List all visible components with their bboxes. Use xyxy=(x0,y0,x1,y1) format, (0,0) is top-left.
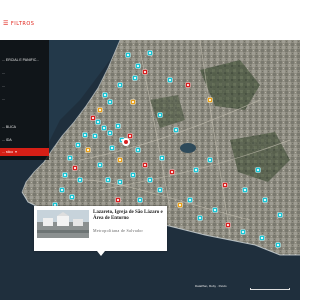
map-marker-cyan[interactable] xyxy=(102,92,108,98)
map-marker-cyan[interactable] xyxy=(135,63,141,69)
map-marker-orange[interactable] xyxy=(117,157,123,163)
location-popup[interactable]: Lazareto, Igreja de São Lázaro e Área de… xyxy=(34,206,167,251)
map-scale-bar xyxy=(250,288,290,290)
map-marker-cyan[interactable] xyxy=(97,162,103,168)
map-marker-red[interactable] xyxy=(185,82,191,88)
map-marker-cyan[interactable] xyxy=(101,125,107,131)
map-marker-cyan[interactable] xyxy=(187,197,193,203)
map-marker-red[interactable] xyxy=(225,222,231,228)
sidebar-item[interactable]: ... xyxy=(0,84,49,88)
map-marker-red[interactable] xyxy=(222,182,228,188)
map-marker-orange[interactable] xyxy=(177,202,183,208)
map-marker-cyan[interactable] xyxy=(69,194,75,200)
map-attribution: DataPlan, Ruby · Pelvis xyxy=(195,284,227,288)
sidebar-item-comercial[interactable]: ... ERCIAL E PANIFIC... xyxy=(0,58,49,62)
map-marker-cyan[interactable] xyxy=(107,99,113,105)
map-marker-cyan[interactable] xyxy=(262,197,268,203)
filters-label: FILTROS xyxy=(10,20,35,27)
map-marker-cyan[interactable] xyxy=(159,155,165,161)
popup-subtitle: Metropolitana de Salvador xyxy=(93,228,144,233)
map-marker-red[interactable] xyxy=(142,69,148,75)
map-marker-cyan[interactable] xyxy=(115,123,121,129)
map-marker-cyan[interactable] xyxy=(167,77,173,83)
map-marker-cyan[interactable] xyxy=(62,172,68,178)
map-marker-cyan[interactable] xyxy=(105,177,111,183)
map-marker-red[interactable] xyxy=(72,165,78,171)
chevron-down-icon: ▾ xyxy=(15,150,17,154)
map-marker-cyan[interactable] xyxy=(147,177,153,183)
location-thumbnail xyxy=(37,210,89,238)
map-marker-cyan[interactable] xyxy=(59,187,65,193)
map-marker-cyan[interactable] xyxy=(275,242,281,248)
map-marker-cyan[interactable] xyxy=(117,82,123,88)
filters-toggle[interactable]: ☰ FILTROS xyxy=(3,20,34,27)
map-marker-red[interactable] xyxy=(169,169,175,175)
map-marker-cyan[interactable] xyxy=(130,172,136,178)
popup-title: Lazareto, Igreja de São Lázaro e Área de… xyxy=(93,210,163,221)
map-marker-cyan[interactable] xyxy=(137,197,143,203)
map-marker-red[interactable] xyxy=(142,162,148,168)
map-marker-orange[interactable] xyxy=(207,97,213,103)
selected-location-pin[interactable] xyxy=(122,138,130,146)
map-marker-orange[interactable] xyxy=(85,147,91,153)
map-marker-cyan[interactable] xyxy=(75,142,81,148)
map-marker-cyan[interactable] xyxy=(259,235,265,241)
popup-pointer xyxy=(97,251,105,256)
map-marker-cyan[interactable] xyxy=(95,119,101,125)
map-marker-red[interactable] xyxy=(90,115,96,121)
map-marker-cyan[interactable] xyxy=(117,179,123,185)
map-marker-cyan[interactable] xyxy=(193,167,199,173)
map-marker-orange[interactable] xyxy=(130,99,136,105)
map-marker-cyan[interactable] xyxy=(125,52,131,58)
map-marker-cyan[interactable] xyxy=(109,145,115,151)
top-bar: ☰ FILTROS xyxy=(0,0,300,40)
filter-icon: ☰ xyxy=(3,20,9,27)
sidebar-item-ida[interactable]: ... IDA xyxy=(0,138,49,142)
map-marker-cyan[interactable] xyxy=(157,187,163,193)
sidebar-item[interactable]: ... xyxy=(0,97,49,101)
map-marker-cyan[interactable] xyxy=(77,177,83,183)
sidebar-item-label: ... stico xyxy=(2,150,14,154)
map-marker-cyan[interactable] xyxy=(82,132,88,138)
map-marker-cyan[interactable] xyxy=(242,187,248,193)
sidebar-item[interactable]: ... xyxy=(0,71,49,75)
lake xyxy=(180,143,196,153)
map-marker-cyan[interactable] xyxy=(107,130,113,136)
map-marker-cyan[interactable] xyxy=(197,215,203,221)
map-marker-cyan[interactable] xyxy=(135,147,141,153)
map-marker-red[interactable] xyxy=(115,197,121,203)
map-marker-cyan[interactable] xyxy=(157,112,163,118)
map-marker-orange[interactable] xyxy=(97,107,103,113)
map-marker-cyan[interactable] xyxy=(240,229,246,235)
map-marker-cyan[interactable] xyxy=(173,127,179,133)
map-marker-cyan[interactable] xyxy=(132,75,138,81)
map-marker-cyan[interactable] xyxy=(212,207,218,213)
sidebar-item-active[interactable]: ... stico ▾ xyxy=(0,148,49,156)
map-marker-cyan[interactable] xyxy=(255,167,261,173)
sidebar-item-publica[interactable]: ... BLICA xyxy=(0,125,49,129)
category-sidebar: ... ERCIAL E PANIFIC... ... ... ... ... … xyxy=(0,40,49,160)
map-marker-cyan[interactable] xyxy=(147,50,153,56)
map-marker-cyan[interactable] xyxy=(277,212,283,218)
map-marker-cyan[interactable] xyxy=(67,155,73,161)
map-marker-cyan[interactable] xyxy=(207,157,213,163)
map-marker-red[interactable] xyxy=(127,133,133,139)
map-marker-cyan[interactable] xyxy=(92,133,98,139)
